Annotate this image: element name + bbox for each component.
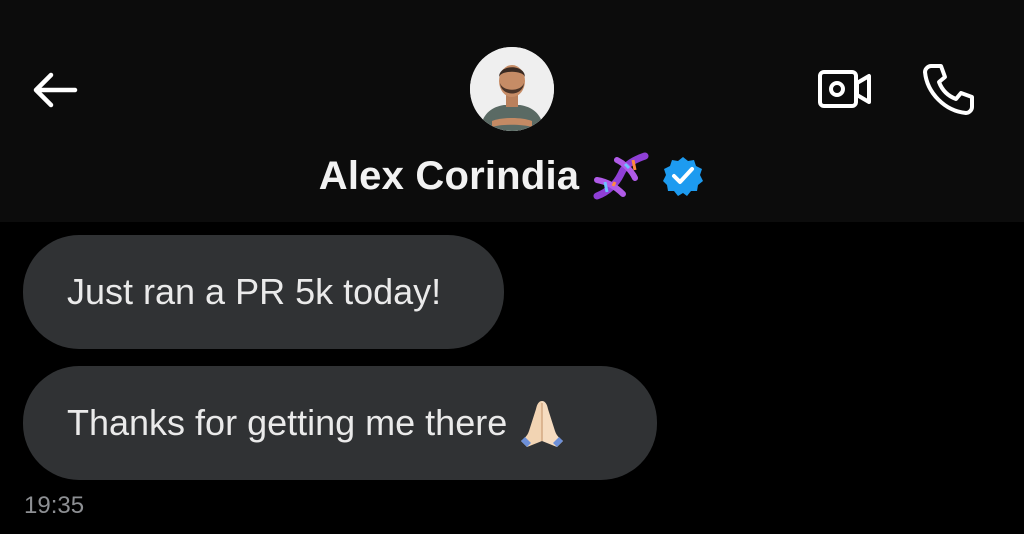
message-timestamp: 19:35	[24, 492, 85, 519]
message-bubble[interactable]: Just ran a PR 5k today!	[23, 235, 504, 349]
voice-call-button[interactable]	[916, 60, 982, 118]
dna-emoji-icon	[593, 152, 649, 200]
folded-hands-emoji-icon	[521, 401, 564, 447]
contact-name: Alex Corindia	[318, 153, 580, 198]
video-call-button[interactable]	[812, 62, 878, 116]
phone-icon	[923, 64, 974, 115]
dm-conversation-screen: Alex Corindia Just ran a PR 5k today! Th…	[0, 0, 1024, 534]
contact-name-row[interactable]: Alex Corindia	[0, 146, 1024, 206]
profile-photo	[470, 47, 554, 131]
video-camera-icon	[818, 70, 871, 108]
message-text: Just ran a PR 5k today!	[67, 271, 442, 312]
back-button[interactable]	[24, 64, 84, 116]
message-bubble[interactable]: Thanks for getting me there	[23, 366, 657, 480]
arrow-left-icon	[33, 72, 78, 108]
avatar[interactable]	[470, 47, 554, 131]
message-text: Thanks for getting me there	[67, 402, 508, 443]
verified-badge-icon	[663, 157, 704, 196]
conversation-header: Alex Corindia	[0, 0, 1024, 222]
